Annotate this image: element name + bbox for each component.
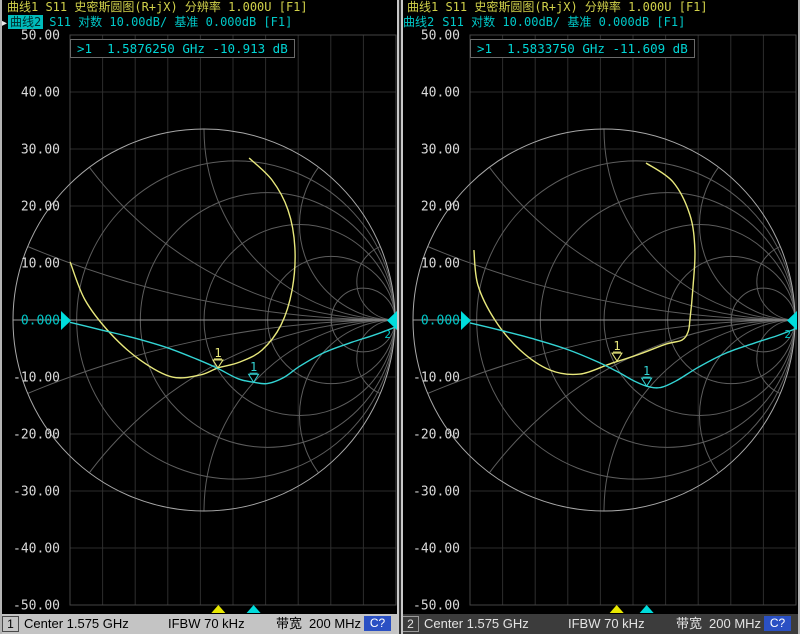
ifbw-setting[interactable]: IFBW 70 kHz <box>568 614 645 634</box>
span-setting[interactable]: 带宽 200 MHz <box>276 614 361 634</box>
y-axis-label: -40.00 <box>13 542 60 557</box>
y-axis-label: -30.00 <box>413 485 460 500</box>
vna-screen: 50.00 40.00 30.00 20.00 10.00 0.000 -10.00 -20.… <box>0 0 800 634</box>
cal-status-badge[interactable]: C? <box>364 616 391 631</box>
channel-number[interactable]: 1 <box>2 616 19 632</box>
trace2-label[interactable]: 曲线2 <box>8 15 43 29</box>
y-axis-label: -50.00 <box>13 599 60 614</box>
y-axis-label: -30.00 <box>13 485 60 500</box>
cal-status-badge[interactable]: C? <box>764 616 791 631</box>
smith-trace <box>474 163 695 374</box>
smith-trace <box>70 158 295 378</box>
trace1-title[interactable]: 曲线1 S11 史密斯圆图(R+jX) 分辨率 1.000U [F1] <box>407 1 708 14</box>
svg-text:1: 1 <box>643 364 650 378</box>
y-axis-label: 30.00 <box>21 143 60 158</box>
stimulus-marker-trace2[interactable] <box>640 605 654 613</box>
marker-1-logmag[interactable]: 1 <box>642 364 652 386</box>
y-axis-label: -10.00 <box>13 371 60 386</box>
span-label: 带宽 <box>676 616 702 631</box>
y-axis-label: -20.00 <box>413 428 460 443</box>
panel-divider <box>397 0 403 634</box>
y-axis-label: -20.00 <box>13 428 60 443</box>
trace1-title[interactable]: 曲线1 S11 史密斯圆图(R+jX) 分辨率 1.000U [F1] <box>7 1 308 14</box>
y-axis-label: 50.00 <box>421 29 460 44</box>
y-axis-label: -50.00 <box>413 599 460 614</box>
trace2-label[interactable]: 曲线2 <box>401 15 436 29</box>
channel-2-status-bar: 2 Center 1.575 GHz IFBW 70 kHz 带宽 200 MHz… <box>400 614 800 634</box>
y-axis-labels: 50.00 40.00 30.00 20.00 10.00 0.000 -10.00 -20.… <box>413 29 460 614</box>
span-label: 带宽 <box>276 616 302 631</box>
trace2-title-row: ▶曲线2S11 对数 10.00dB/ 基准 0.000dB [F1] <box>1 15 292 31</box>
y-axis-labels: 50.0040.0030.0020.0010.000.000-10.00-20.… <box>13 29 60 614</box>
channel-2-panel: 50.00 40.00 30.00 20.00 10.00 0.000 -10.00 -20.… <box>400 0 800 634</box>
y-axis-label: 0.000 <box>421 314 460 329</box>
y-axis-label: 20.00 <box>421 200 460 215</box>
marker-readout: >1 1.5876250 GHz -10.913 dB <box>70 39 295 58</box>
y-axis-label: 10.00 <box>421 257 460 272</box>
trace2-settings[interactable]: S11 对数 10.00dB/ 基准 0.000dB [F1] <box>442 15 685 29</box>
span-value: 200 MHz <box>309 616 361 631</box>
stimulus-marker-trace2[interactable] <box>247 605 261 613</box>
ifbw-setting[interactable]: IFBW 70 kHz <box>168 614 245 634</box>
marker-1-smith[interactable]: 1 <box>213 346 223 368</box>
channel-1-panel: 50.0040.0030.0020.0010.000.000-10.00-20.… <box>0 0 400 634</box>
marker-1-smith[interactable]: 1 <box>612 339 622 361</box>
span-value: 200 MHz <box>709 616 761 631</box>
marker-readout: >1 1.5833750 GHz -11.609 dB <box>470 39 695 58</box>
ref-trace-number: 2 <box>784 328 791 341</box>
channel-number[interactable]: 2 <box>402 616 419 632</box>
y-axis-label: -40.00 <box>413 542 460 557</box>
channel-1-plot-area: 50.0040.0030.0020.0010.000.000-10.00-20.… <box>0 0 400 614</box>
ref-trace-number: 2 <box>384 328 391 341</box>
svg-text:1: 1 <box>250 360 257 374</box>
span-setting[interactable]: 带宽 200 MHz <box>676 614 761 634</box>
trace2-title-row: ▶曲线2S11 对数 10.00dB/ 基准 0.000dB [F1] <box>401 15 685 29</box>
channel-2-plot-area: 50.00 40.00 30.00 20.00 10.00 0.000 -10.00 -20.… <box>400 0 800 614</box>
svg-text:1: 1 <box>214 346 221 360</box>
svg-text:1: 1 <box>613 339 620 353</box>
y-axis-label: 40.00 <box>421 86 460 101</box>
y-axis-label: 0.000 <box>21 314 60 329</box>
stimulus-marker-trace1[interactable] <box>610 605 624 613</box>
y-axis-label: -10.00 <box>413 371 460 386</box>
y-axis-label: 20.00 <box>21 200 60 215</box>
y-axis-label: 30.00 <box>421 143 460 158</box>
trace2-settings[interactable]: S11 对数 10.00dB/ 基准 0.000dB [F1] <box>49 15 292 29</box>
center-frequency[interactable]: Center 1.575 GHz <box>424 614 529 634</box>
channel-1-status-bar: 1 Center 1.575 GHz IFBW 70 kHz 带宽 200 MHz… <box>0 614 400 634</box>
window-frame-left <box>0 0 2 634</box>
y-axis-label: 40.00 <box>21 86 60 101</box>
y-axis-label: 10.00 <box>21 257 60 272</box>
stimulus-marker-trace1[interactable] <box>211 605 225 613</box>
center-frequency[interactable]: Center 1.575 GHz <box>24 614 129 634</box>
